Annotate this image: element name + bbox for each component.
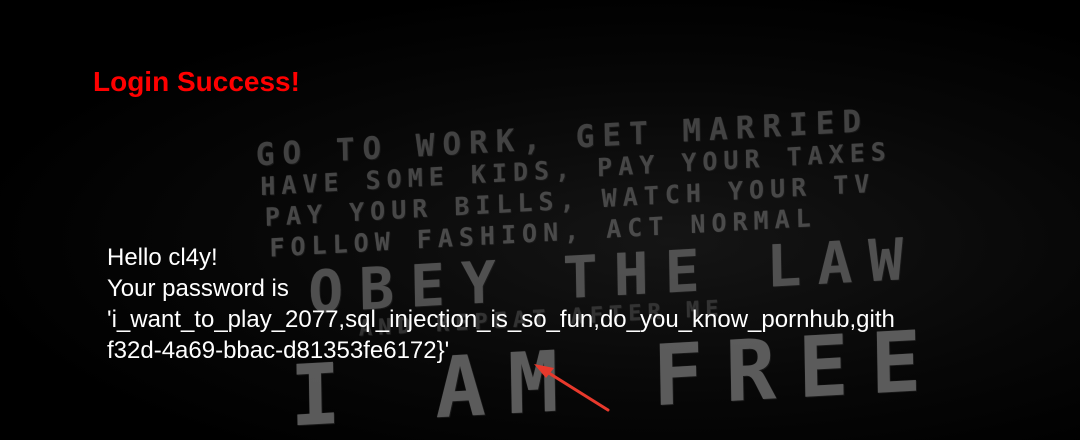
password-value-line-1: 'i_want_to_play_2077,sql_injection_is_so…	[107, 306, 895, 333]
login-message: Hello cl4y! Your password is 'i_want_to_…	[107, 242, 895, 366]
password-value-line-2: f32d-4a69-bbac-d81353fe6172}'	[107, 337, 450, 364]
password-label: Your password is	[107, 275, 289, 302]
greeting-text: Hello cl4y!	[107, 244, 218, 271]
page: GO TO WORK, GET MARRIED HAVE SOME KIDS, …	[0, 0, 1080, 440]
annotation-arrow-icon	[534, 364, 610, 412]
login-success-heading: Login Success!	[93, 66, 300, 97]
